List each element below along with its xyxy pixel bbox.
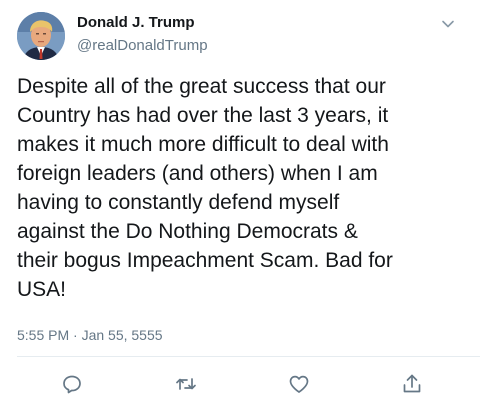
author-display-name[interactable]: Donald J. Trump	[77, 14, 195, 31]
tweet-card: Donald J. Trump @realDonaldTrump Despite…	[0, 0, 480, 410]
retweet-icon	[176, 378, 196, 390]
avatar[interactable]	[17, 12, 65, 60]
avatar-portrait-image	[17, 12, 65, 60]
share-icon	[403, 374, 421, 393]
heart-icon	[289, 375, 309, 393]
chevron-down-icon[interactable]	[440, 16, 456, 32]
tweet-text: Despite all of the great success that ou…	[17, 75, 393, 301]
share-button[interactable]	[400, 372, 424, 396]
divider	[17, 356, 480, 357]
author-handle[interactable]: @realDonaldTrump	[77, 37, 208, 54]
tweet-timestamp[interactable]: 5:55 PM · Jan 55, 5555	[17, 327, 163, 343]
reply-button[interactable]	[60, 372, 84, 396]
like-button[interactable]	[287, 372, 311, 396]
reply-icon	[63, 375, 81, 394]
retweet-button[interactable]	[174, 372, 198, 396]
